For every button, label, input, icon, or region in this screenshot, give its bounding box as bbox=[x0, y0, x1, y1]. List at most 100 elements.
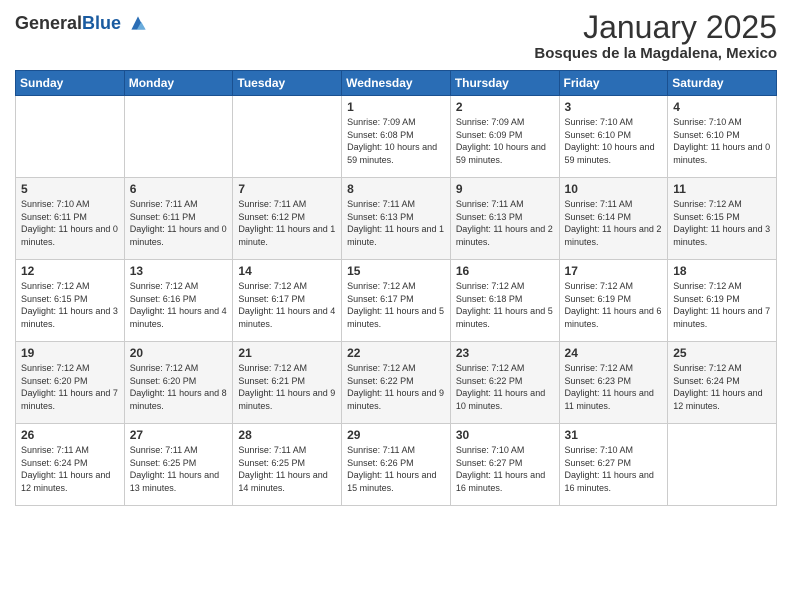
calendar: Sunday Monday Tuesday Wednesday Thursday… bbox=[15, 70, 777, 506]
calendar-cell: 11Sunrise: 7:12 AM Sunset: 6:15 PM Dayli… bbox=[668, 178, 777, 260]
day-info: Sunrise: 7:10 AM Sunset: 6:27 PM Dayligh… bbox=[565, 444, 663, 494]
day-info: Sunrise: 7:11 AM Sunset: 6:13 PM Dayligh… bbox=[456, 198, 554, 248]
day-number: 7 bbox=[238, 182, 336, 196]
day-number: 3 bbox=[565, 100, 663, 114]
calendar-cell: 2 Sunrise: 7:09 AM Sunset: 6:09 PM Daylig… bbox=[450, 96, 559, 178]
col-tuesday: Tuesday bbox=[233, 71, 342, 96]
calendar-cell: 23Sunrise: 7:12 AM Sunset: 6:22 PM Dayli… bbox=[450, 342, 559, 424]
col-wednesday: Wednesday bbox=[342, 71, 451, 96]
calendar-cell: 25 Sunrise: 7:12 AM Sunset: 6:24 PM Dayli… bbox=[668, 342, 777, 424]
day-number: 22 bbox=[347, 346, 445, 360]
calendar-cell bbox=[124, 96, 233, 178]
calendar-cell: 31 Sunrise: 7:10 AM Sunset: 6:27 PM Dayli… bbox=[559, 424, 668, 506]
day-info: Sunrise: 7:12 AM Sunset: 6:24 PM Dayligh… bbox=[673, 362, 771, 412]
day-number: 6 bbox=[130, 182, 228, 196]
day-info: Sunrise: 7:12 AM Sunset: 6:17 PM Dayligh… bbox=[347, 280, 445, 330]
day-number: 16 bbox=[456, 264, 554, 278]
page: GeneralBlue January 2025 Bosques de la M… bbox=[0, 0, 792, 612]
calendar-cell: 6Sunrise: 7:11 AM Sunset: 6:11 PM Daylig… bbox=[124, 178, 233, 260]
calendar-cell: 1 Sunrise: 7:09 AM Sunset: 6:08 PM Daylig… bbox=[342, 96, 451, 178]
col-monday: Monday bbox=[124, 71, 233, 96]
day-info: Sunrise: 7:10 AM Sunset: 6:10 PM Dayligh… bbox=[673, 116, 771, 166]
calendar-cell: 30 Sunrise: 7:10 AM Sunset: 6:27 PM Dayli… bbox=[450, 424, 559, 506]
day-number: 25 bbox=[673, 346, 771, 360]
calendar-cell: 13 Sunrise: 7:12 AM Sunset: 6:16 PM Dayli… bbox=[124, 260, 233, 342]
week-row-1: 5Sunrise: 7:10 AM Sunset: 6:11 PM Daylig… bbox=[16, 178, 777, 260]
day-number: 21 bbox=[238, 346, 336, 360]
col-friday: Friday bbox=[559, 71, 668, 96]
calendar-cell: 9 Sunrise: 7:11 AM Sunset: 6:13 PM Daylig… bbox=[450, 178, 559, 260]
day-number: 27 bbox=[130, 428, 228, 442]
day-number: 1 bbox=[347, 100, 445, 114]
col-saturday: Saturday bbox=[668, 71, 777, 96]
calendar-cell: 24 Sunrise: 7:12 AM Sunset: 6:23 PM Dayli… bbox=[559, 342, 668, 424]
day-number: 14 bbox=[238, 264, 336, 278]
calendar-cell: 15 Sunrise: 7:12 AM Sunset: 6:17 PM Dayli… bbox=[342, 260, 451, 342]
main-title: January 2025 bbox=[534, 10, 777, 45]
day-number: 13 bbox=[130, 264, 228, 278]
day-info: Sunrise: 7:12 AM Sunset: 6:19 PM Dayligh… bbox=[673, 280, 771, 330]
calendar-cell: 4Sunrise: 7:10 AM Sunset: 6:10 PM Daylig… bbox=[668, 96, 777, 178]
day-info: Sunrise: 7:12 AM Sunset: 6:21 PM Dayligh… bbox=[238, 362, 336, 412]
day-number: 9 bbox=[456, 182, 554, 196]
day-info: Sunrise: 7:12 AM Sunset: 6:15 PM Dayligh… bbox=[21, 280, 119, 330]
calendar-cell: 21 Sunrise: 7:12 AM Sunset: 6:21 PM Dayli… bbox=[233, 342, 342, 424]
subtitle: Bosques de la Magdalena, Mexico bbox=[534, 45, 777, 62]
calendar-cell: 26 Sunrise: 7:11 AM Sunset: 6:24 PM Dayli… bbox=[16, 424, 125, 506]
logo: GeneralBlue bbox=[15, 14, 149, 34]
header: GeneralBlue January 2025 Bosques de la M… bbox=[15, 10, 777, 62]
day-info: Sunrise: 7:12 AM Sunset: 6:17 PM Dayligh… bbox=[238, 280, 336, 330]
logo-blue-text: Blue bbox=[82, 13, 121, 33]
day-info: Sunrise: 7:12 AM Sunset: 6:22 PM Dayligh… bbox=[347, 362, 445, 412]
calendar-cell: 19Sunrise: 7:12 AM Sunset: 6:20 PM Dayli… bbox=[16, 342, 125, 424]
day-number: 17 bbox=[565, 264, 663, 278]
day-info: Sunrise: 7:11 AM Sunset: 6:14 PM Dayligh… bbox=[565, 198, 663, 248]
calendar-cell: 28 Sunrise: 7:11 AM Sunset: 6:25 PM Dayli… bbox=[233, 424, 342, 506]
calendar-cell: 18Sunrise: 7:12 AM Sunset: 6:19 PM Dayli… bbox=[668, 260, 777, 342]
day-info: Sunrise: 7:10 AM Sunset: 6:27 PM Dayligh… bbox=[456, 444, 554, 494]
calendar-cell: 16 Sunrise: 7:12 AM Sunset: 6:18 PM Dayli… bbox=[450, 260, 559, 342]
week-row-3: 19Sunrise: 7:12 AM Sunset: 6:20 PM Dayli… bbox=[16, 342, 777, 424]
calendar-cell: 5Sunrise: 7:10 AM Sunset: 6:11 PM Daylig… bbox=[16, 178, 125, 260]
col-sunday: Sunday bbox=[16, 71, 125, 96]
day-info: Sunrise: 7:11 AM Sunset: 6:24 PM Dayligh… bbox=[21, 444, 119, 494]
day-info: Sunrise: 7:11 AM Sunset: 6:12 PM Dayligh… bbox=[238, 198, 336, 248]
logo-general-text: General bbox=[15, 13, 82, 33]
week-row-0: 1 Sunrise: 7:09 AM Sunset: 6:08 PM Daylig… bbox=[16, 96, 777, 178]
calendar-header-row: Sunday Monday Tuesday Wednesday Thursday… bbox=[16, 71, 777, 96]
day-info: Sunrise: 7:12 AM Sunset: 6:22 PM Dayligh… bbox=[456, 362, 554, 412]
day-info: Sunrise: 7:10 AM Sunset: 6:10 PM Dayligh… bbox=[565, 116, 663, 166]
day-info: Sunrise: 7:12 AM Sunset: 6:18 PM Dayligh… bbox=[456, 280, 554, 330]
day-info: Sunrise: 7:12 AM Sunset: 6:16 PM Dayligh… bbox=[130, 280, 228, 330]
calendar-cell: 3 Sunrise: 7:10 AM Sunset: 6:10 PM Daylig… bbox=[559, 96, 668, 178]
calendar-cell: 17Sunrise: 7:12 AM Sunset: 6:19 PM Dayli… bbox=[559, 260, 668, 342]
day-number: 10 bbox=[565, 182, 663, 196]
day-info: Sunrise: 7:11 AM Sunset: 6:13 PM Dayligh… bbox=[347, 198, 445, 248]
day-number: 30 bbox=[456, 428, 554, 442]
day-info: Sunrise: 7:12 AM Sunset: 6:23 PM Dayligh… bbox=[565, 362, 663, 412]
calendar-cell: 8 Sunrise: 7:11 AM Sunset: 6:13 PM Daylig… bbox=[342, 178, 451, 260]
day-info: Sunrise: 7:12 AM Sunset: 6:20 PM Dayligh… bbox=[21, 362, 119, 412]
day-number: 2 bbox=[456, 100, 554, 114]
day-info: Sunrise: 7:09 AM Sunset: 6:09 PM Dayligh… bbox=[456, 116, 554, 166]
calendar-cell: 27 Sunrise: 7:11 AM Sunset: 6:25 PM Dayli… bbox=[124, 424, 233, 506]
day-number: 20 bbox=[130, 346, 228, 360]
day-info: Sunrise: 7:11 AM Sunset: 6:25 PM Dayligh… bbox=[238, 444, 336, 494]
day-number: 15 bbox=[347, 264, 445, 278]
calendar-cell: 14 Sunrise: 7:12 AM Sunset: 6:17 PM Dayli… bbox=[233, 260, 342, 342]
logo-icon bbox=[127, 12, 149, 34]
day-number: 24 bbox=[565, 346, 663, 360]
day-number: 11 bbox=[673, 182, 771, 196]
day-info: Sunrise: 7:11 AM Sunset: 6:25 PM Dayligh… bbox=[130, 444, 228, 494]
day-info: Sunrise: 7:12 AM Sunset: 6:20 PM Dayligh… bbox=[130, 362, 228, 412]
calendar-cell: 22 Sunrise: 7:12 AM Sunset: 6:22 PM Dayli… bbox=[342, 342, 451, 424]
calendar-cell: 20 Sunrise: 7:12 AM Sunset: 6:20 PM Dayli… bbox=[124, 342, 233, 424]
day-number: 28 bbox=[238, 428, 336, 442]
day-number: 29 bbox=[347, 428, 445, 442]
day-number: 26 bbox=[21, 428, 119, 442]
calendar-cell bbox=[16, 96, 125, 178]
day-number: 8 bbox=[347, 182, 445, 196]
week-row-4: 26 Sunrise: 7:11 AM Sunset: 6:24 PM Dayli… bbox=[16, 424, 777, 506]
day-number: 31 bbox=[565, 428, 663, 442]
day-info: Sunrise: 7:09 AM Sunset: 6:08 PM Dayligh… bbox=[347, 116, 445, 166]
